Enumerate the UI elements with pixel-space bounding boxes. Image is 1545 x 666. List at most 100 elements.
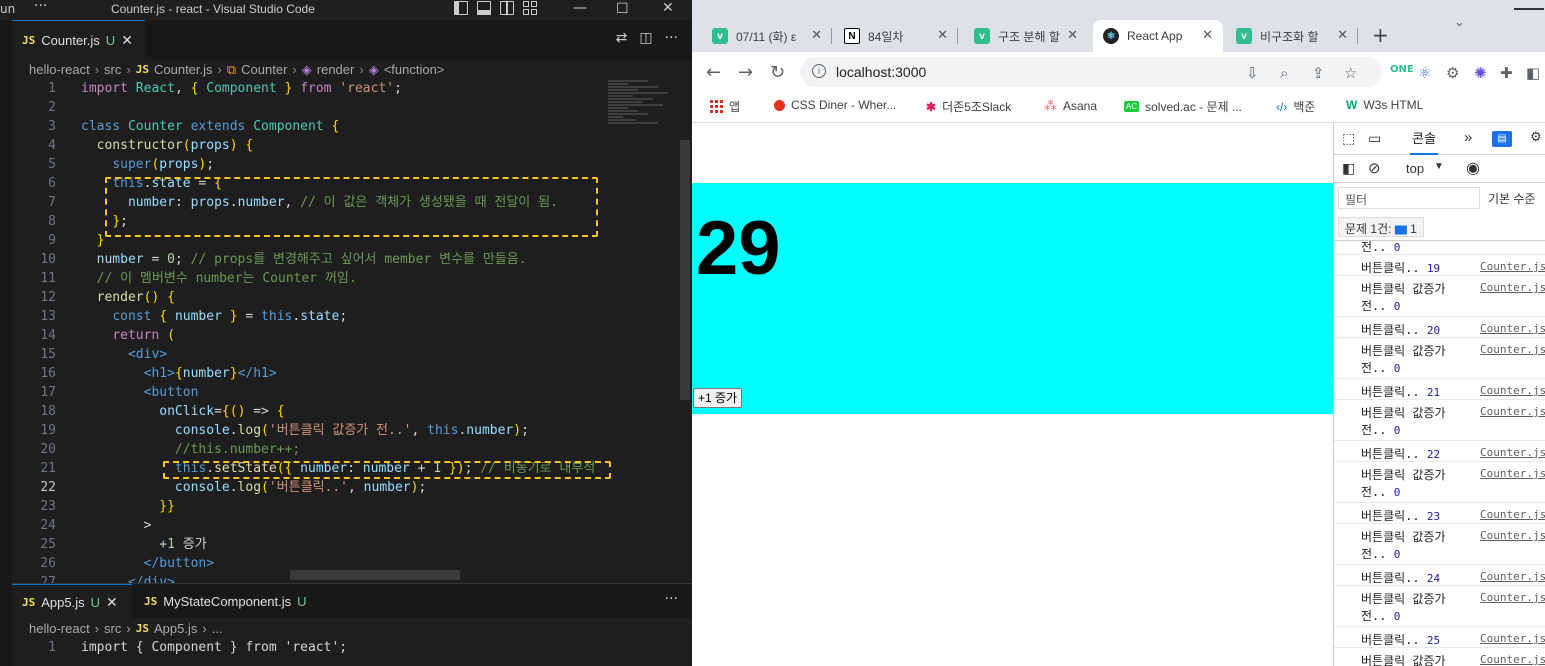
browser-tab-active[interactable]: ⚛ React App ✕: [1093, 20, 1223, 52]
close-tab-icon[interactable]: ✕: [811, 27, 822, 43]
code-line[interactable]: 25 +1 증가: [12, 535, 612, 554]
log-source-link[interactable]: Counter.js: [1480, 570, 1545, 583]
address-bar[interactable]: i localhost:3000: [800, 57, 1382, 87]
log-source-link[interactable]: Counter.js: [1480, 343, 1545, 356]
tab-search-icon[interactable]: ⌄: [1454, 15, 1465, 30]
tab-console[interactable]: 콘솔: [1410, 123, 1438, 155]
log-source-link[interactable]: Counter.js: [1480, 405, 1545, 418]
clear-console-icon[interactable]: ⊘: [1368, 159, 1381, 177]
zoom-icon[interactable]: ⌕: [1280, 64, 1288, 82]
log-source-link[interactable]: Counter.js: [1480, 281, 1545, 294]
compare-changes-icon[interactable]: ⇄: [616, 30, 628, 46]
browser-tab[interactable]: N 84일차 ✕: [834, 20, 958, 52]
menu-icon[interactable]: ···: [34, 0, 47, 14]
breadcrumb-item[interactable]: <function>: [384, 62, 445, 77]
log-source-link[interactable]: Counter.js: [1480, 467, 1545, 480]
code-editor[interactable]: 1 import React, { Component } from 'react…: [12, 79, 612, 583]
code-line[interactable]: 16 <h1>{number}</h1>: [12, 364, 612, 383]
extension-gear-icon[interactable]: ⚙: [1446, 64, 1459, 82]
share-icon[interactable]: ⇪: [1312, 64, 1325, 82]
breadcrumb-item[interactable]: Counter: [241, 62, 287, 77]
extension-one-icon[interactable]: ONE: [1390, 64, 1414, 75]
breadcrumb-item[interactable]: Counter.js: [154, 62, 213, 77]
code-line[interactable]: 10 number = 0; // props를 변경해주고 싶어서 membe…: [12, 250, 612, 269]
bookmark-star-icon[interactable]: ☆: [1344, 64, 1357, 82]
toggle-secondary-sidebar-icon[interactable]: [500, 1, 514, 15]
browser-tab[interactable]: v 구조 분해 할 ✕: [964, 20, 1088, 52]
log-source-link[interactable]: Counter.js: [1480, 508, 1545, 521]
tab-app5-js[interactable]: JS App5.js U ✕: [12, 584, 132, 619]
close-tab-icon[interactable]: ✕: [1337, 27, 1348, 43]
bookmark-apps[interactable]: 앱: [710, 98, 740, 115]
increment-button[interactable]: +1 증가: [693, 388, 743, 408]
vertical-scrollbar[interactable]: [680, 140, 690, 400]
code-line[interactable]: 5 super(props);: [12, 155, 612, 174]
code-editor-lower[interactable]: 1 import { Component } from 'react';: [12, 638, 612, 666]
browser-tab[interactable]: v 07/11 (화) ε ✕: [702, 20, 832, 52]
code-line[interactable]: 18 onClick={() => {: [12, 402, 612, 421]
more-actions-icon[interactable]: ···: [665, 30, 678, 46]
extensions-puzzle-icon[interactable]: ✚: [1500, 64, 1513, 82]
toggle-panel-icon[interactable]: [477, 1, 491, 15]
side-panel-icon[interactable]: ◧: [1526, 64, 1540, 82]
code-line[interactable]: 14 return (: [12, 326, 612, 345]
breadcrumb-item[interactable]: hello-react: [29, 62, 90, 77]
code-line[interactable]: 11 // 이 멤버변수 number는 Counter 꺼임.: [12, 269, 612, 288]
minimap[interactable]: [608, 79, 678, 159]
bookmark-item[interactable]: ‹/› 백준: [1276, 98, 1315, 115]
new-tab-icon[interactable]: +: [1372, 23, 1389, 47]
breadcrumb-item[interactable]: App5.js: [154, 621, 197, 636]
code-line[interactable]: 3 class Counter extends Component {: [12, 117, 612, 136]
live-expression-eye-icon[interactable]: ◉: [1466, 158, 1480, 178]
console-filter-input[interactable]: 필터: [1338, 187, 1480, 209]
forward-icon[interactable]: →: [738, 62, 753, 83]
close-tab-icon[interactable]: ✕: [121, 32, 133, 49]
maximize-icon[interactable]: ☐: [616, 1, 629, 17]
code-line[interactable]: 24 >: [12, 516, 612, 535]
tab-counter-js[interactable]: JS Counter.js U ✕: [12, 20, 145, 60]
window-controls[interactable]: [1514, 8, 1544, 10]
toggle-sidebar-icon[interactable]: [454, 1, 468, 15]
breadcrumb-item[interactable]: render: [317, 62, 355, 77]
code-line[interactable]: 17 <button: [12, 383, 612, 402]
close-tab-icon[interactable]: ✕: [1067, 27, 1078, 43]
context-selector[interactable]: top: [1406, 161, 1424, 176]
back-icon[interactable]: ←: [706, 62, 721, 83]
bookmark-item[interactable]: W W3s HTML: [1346, 98, 1423, 112]
close-window-icon[interactable]: ✕: [662, 0, 674, 16]
split-editor-icon[interactable]: ◫: [639, 30, 652, 46]
log-source-link[interactable]: Counter.js: [1480, 446, 1545, 459]
code-line[interactable]: 23 }}: [12, 497, 612, 516]
log-source-link[interactable]: Counter.js: [1480, 653, 1545, 666]
code-line[interactable]: 22 console.log('버튼클릭..', number);: [12, 478, 612, 497]
code-line[interactable]: 13 const { number } = this.state;: [12, 307, 612, 326]
device-toolbar-icon[interactable]: ▭: [1368, 130, 1381, 147]
breadcrumb-item[interactable]: ...: [212, 621, 223, 636]
tab-mystatecomponent-js[interactable]: JS MyStateComponent.js U: [134, 584, 334, 619]
log-source-link[interactable]: Counter.js: [1480, 260, 1545, 273]
breadcrumb-item[interactable]: src: [104, 621, 121, 636]
code-line[interactable]: 4 constructor(props) {: [12, 136, 612, 155]
horizontal-scrollbar[interactable]: [290, 570, 460, 580]
log-source-link[interactable]: Counter.js: [1480, 322, 1545, 335]
bookmark-item[interactable]: ⁂ Asana: [1044, 98, 1097, 114]
inspect-element-icon[interactable]: ⬚: [1342, 130, 1355, 147]
sidebar-toggle-icon[interactable]: ◧: [1342, 160, 1355, 177]
breadcrumb-item[interactable]: src: [104, 62, 121, 77]
install-app-icon[interactable]: ⇩: [1246, 64, 1259, 82]
code-line[interactable]: 1 import React, { Component } from 'react…: [12, 79, 612, 98]
site-info-icon[interactable]: i: [812, 64, 826, 78]
log-levels-dropdown[interactable]: 기본 수준: [1488, 190, 1536, 207]
more-actions-icon[interactable]: ···: [665, 591, 678, 607]
code-line[interactable]: 20 //this.number++;: [12, 440, 612, 459]
bookmark-item[interactable]: CSS Diner - Wher...: [774, 98, 896, 112]
minimize-icon[interactable]: —: [573, 0, 587, 16]
close-tab-icon[interactable]: ✕: [106, 594, 118, 611]
browser-tab[interactable]: v 비구조화 할 ✕: [1226, 20, 1358, 52]
extension-flower-icon[interactable]: ✺: [1474, 64, 1487, 82]
code-line[interactable]: 15 <div>: [12, 345, 612, 364]
code-line[interactable]: 19 console.log('버튼클릭 값증가 전..', this.numb…: [12, 421, 612, 440]
code-line[interactable]: 2: [12, 98, 612, 117]
issues-badge-icon[interactable]: ▤: [1492, 131, 1512, 147]
close-tab-icon[interactable]: ✕: [1202, 27, 1213, 43]
